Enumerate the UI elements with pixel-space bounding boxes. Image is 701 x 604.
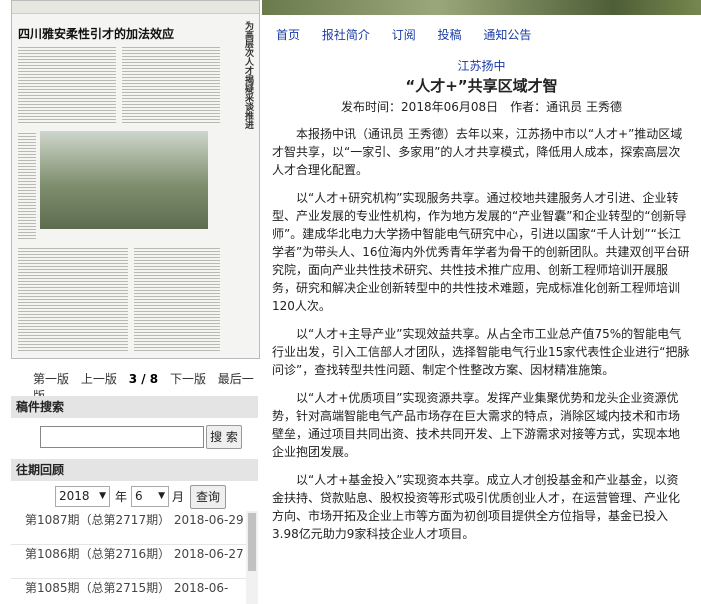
paper-header-strip [12, 1, 259, 14]
paper-text-column [18, 45, 116, 125]
month-select[interactable]: 6 ▼ [131, 486, 169, 507]
paper-text-column [18, 131, 36, 241]
paper-text-column [134, 246, 220, 351]
issue-list: 第1087期（总第2717期） 2018-06-29 第1086期（总第2716… [11, 511, 258, 604]
article-body: 本报扬中讯（通讯员 王秀德）去年以来，江苏扬中市以“人才+”推动区域才智共享，以… [272, 125, 690, 553]
nav-item-submit[interactable]: 投稿 [438, 28, 462, 42]
chevron-down-icon: ▼ [158, 491, 165, 501]
article-meta: 发布时间：2018年06月08日 作者：通讯员 王秀德 [341, 100, 622, 114]
article-section: 江苏扬中 [457, 59, 506, 73]
article-paragraph: 以“人才+研究机构”实现服务共享。通过校地共建服务人才引进、企业转型、产业发展的… [272, 191, 690, 313]
nav-item-about[interactable]: 报社简介 [322, 28, 370, 42]
paper-text-column [122, 45, 220, 125]
prev-page-link[interactable]: 上一版 [81, 372, 117, 386]
newspaper-page-thumbnail[interactable]: 四川雅安柔性引才的加法效应 为高层次人才揭疑采谈推进 [11, 0, 260, 359]
nav-item-notices[interactable]: 通知公告 [483, 28, 531, 42]
month-value: 6 [135, 489, 143, 503]
archive-section-title: 往期回顾 [11, 459, 258, 481]
search-input[interactable] [40, 426, 204, 448]
article-panel: 首页 报社简介 订阅 投稿 通知公告 江苏扬中 “人才+”共享区域才智 发布时间… [262, 0, 701, 604]
paper-photo [40, 131, 208, 229]
article-title: “人才+”共享区域才智 [405, 77, 558, 95]
article-paragraph: 以“人才+优质项目”实现资源共享。发挥产业集聚优势和龙头企业资源优势，针对高端智… [272, 391, 681, 459]
paper-side-headline: 为高层次人才揭疑采谈推进 [243, 21, 253, 129]
issue-link[interactable]: 第1087期（总第2717期） 2018-06-29 [11, 511, 258, 545]
issue-link[interactable]: 第1086期（总第2716期） 2018-06-27 [11, 545, 258, 579]
year-value: 2018 [59, 489, 90, 503]
nav-item-home[interactable]: 首页 [276, 28, 300, 42]
article-paragraph: 本报扬中讯（通讯员 王秀德）去年以来，江苏扬中市以“人才+”推动区域才智共享，以… [272, 127, 683, 177]
article-paragraph: 以“人才+主导产业”实现效益共享。从占全市工业总产值75%的智能电气行业出发，引… [272, 327, 690, 377]
top-banner-image [262, 0, 701, 15]
top-nav: 首页 报社简介 订阅 投稿 通知公告 [276, 26, 549, 43]
search-section-title: 稿件搜索 [11, 396, 258, 418]
next-page-link[interactable]: 下一版 [170, 372, 206, 386]
first-page-link[interactable]: 第一版 [33, 372, 69, 386]
current-page: 3 / 8 [128, 372, 159, 386]
search-button[interactable]: 搜 索 [206, 425, 242, 449]
issue-list-scrollbar[interactable] [246, 511, 258, 604]
paper-headline: 四川雅安柔性引才的加法效应 [18, 27, 175, 41]
year-unit-label: 年 [115, 490, 128, 504]
nav-item-subscribe[interactable]: 订阅 [392, 28, 416, 42]
chevron-down-icon: ▼ [99, 491, 106, 501]
left-panel: 四川雅安柔性引才的加法效应 为高层次人才揭疑采谈推进 第一版 上一版 3 / 8… [0, 0, 262, 604]
paper-text-column [18, 246, 128, 351]
month-unit-label: 月 [172, 490, 185, 504]
scrollbar-thumb[interactable] [248, 513, 256, 571]
year-select[interactable]: 2018 ▼ [55, 486, 110, 507]
article-paragraph: 以“人才+基金投入”实现资本共享。成立人才创投基金和产业基金，以资金扶持、贷款贴… [272, 473, 681, 541]
issue-link[interactable]: 第1085期（总第2715期） 2018-06- [11, 579, 258, 604]
query-button[interactable]: 查询 [190, 485, 226, 509]
